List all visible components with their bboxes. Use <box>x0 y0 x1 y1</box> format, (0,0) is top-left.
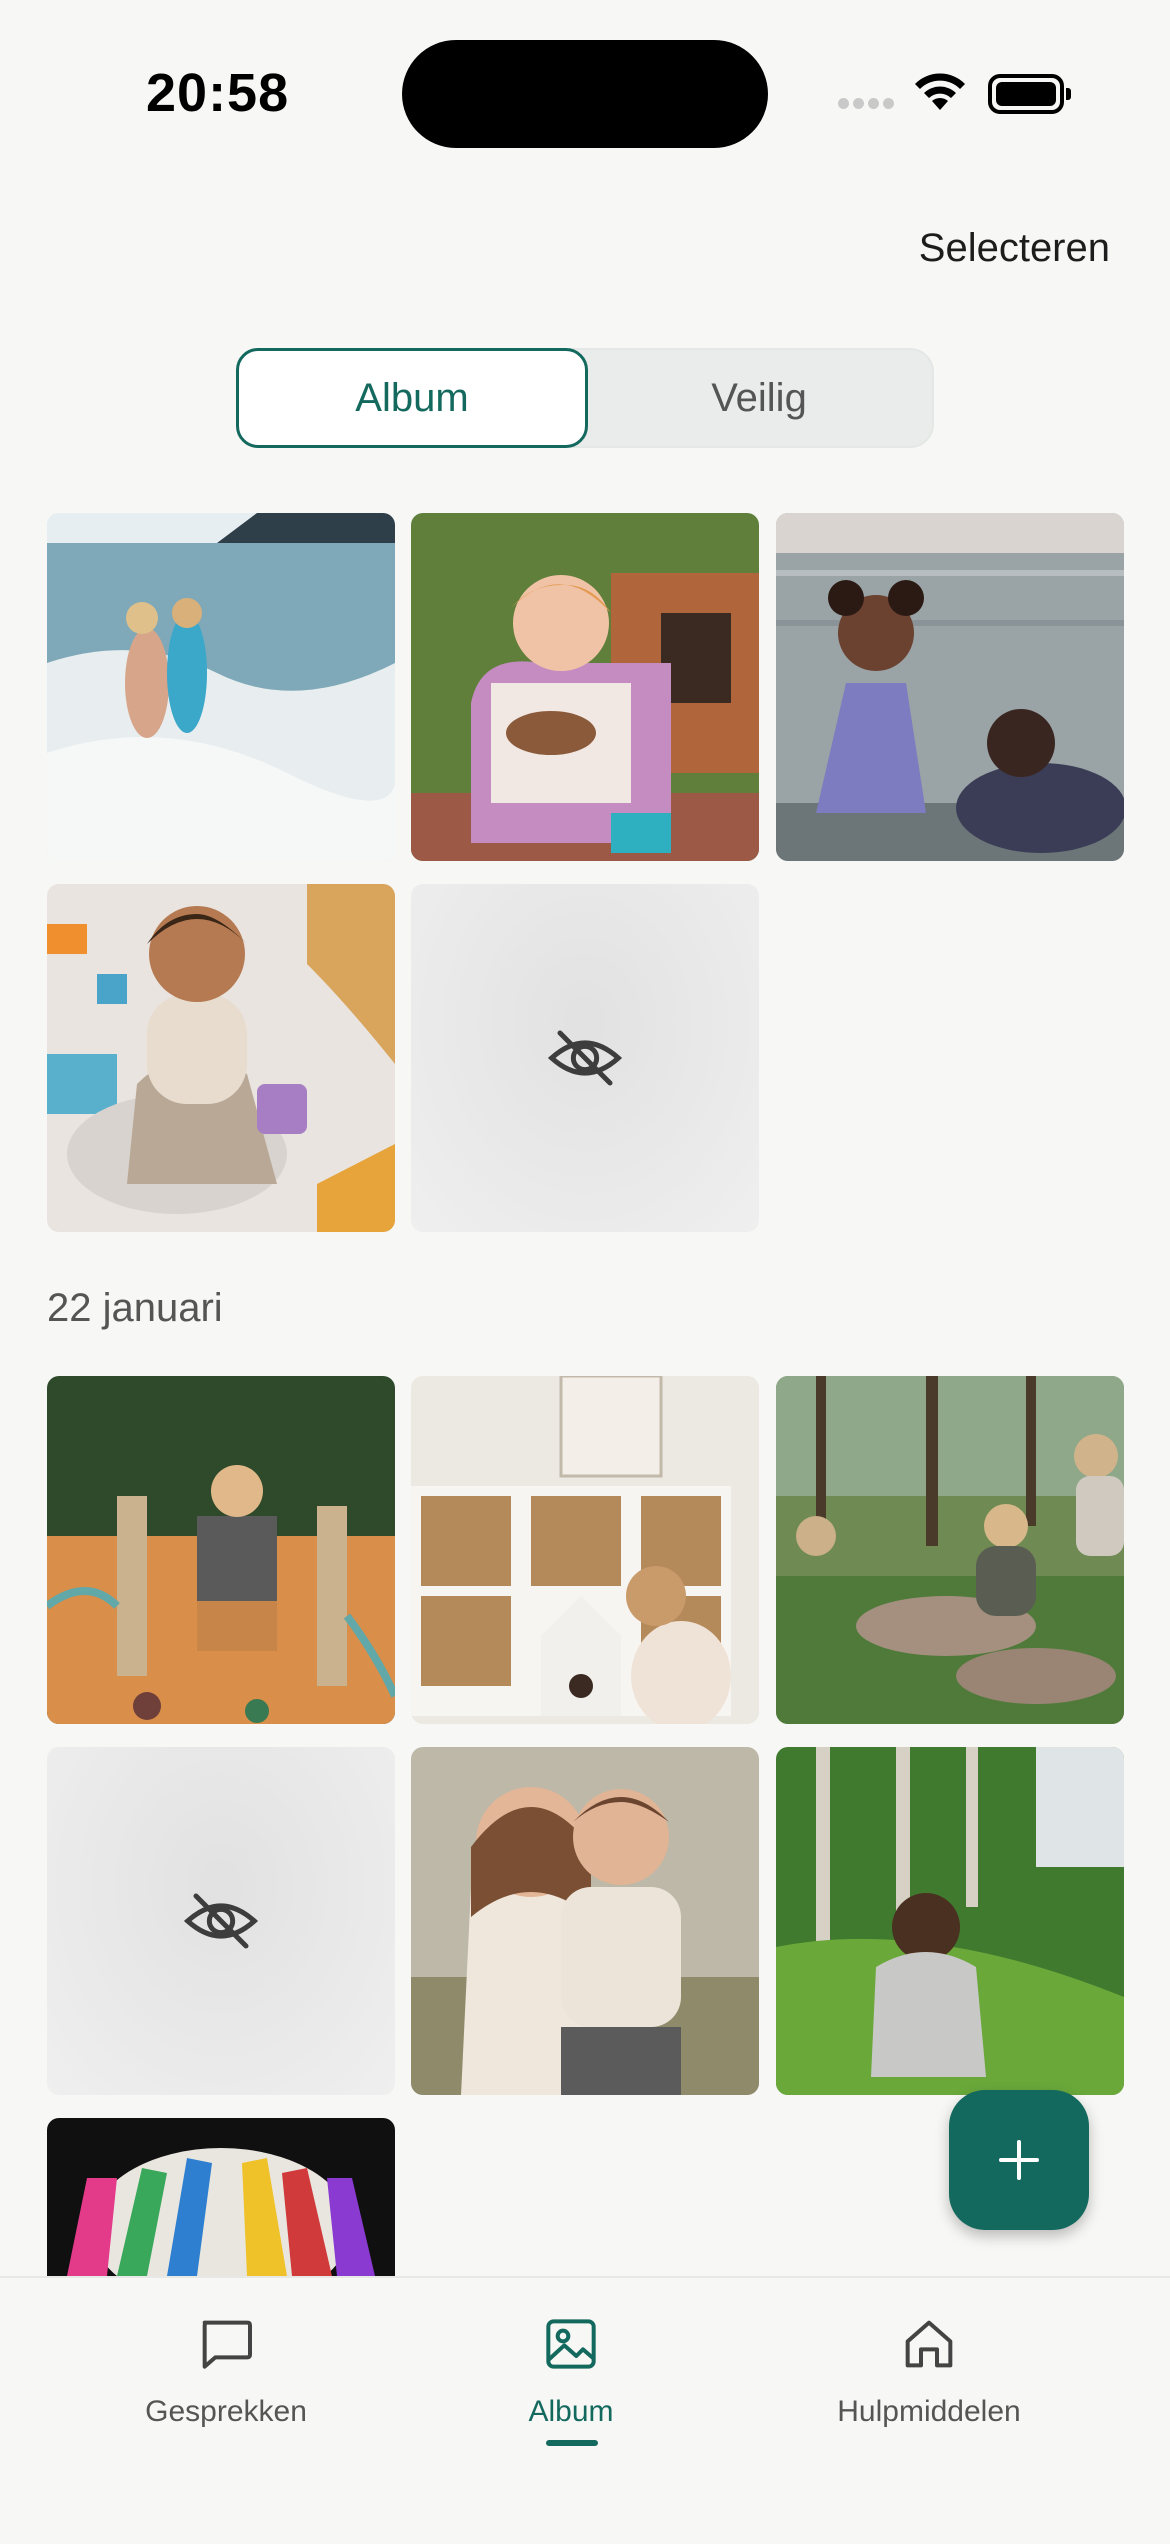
album-screen: 20:58 Selecteren Album Veilig 22 januari… <box>0 0 1170 2544</box>
add-photo-button[interactable] <box>949 2090 1089 2230</box>
battery-icon <box>988 74 1071 114</box>
cellular-signal-icon <box>838 96 898 114</box>
photo-thumbnail[interactable] <box>411 513 759 861</box>
hidden-photo-thumbnail[interactable] <box>411 884 759 1232</box>
active-tab-indicator <box>546 2440 598 2446</box>
photo-thumbnail[interactable] <box>776 1747 1124 2095</box>
nav-label: Album <box>528 2395 614 2428</box>
photo-thumbnail[interactable] <box>776 1376 1124 1724</box>
home-icon <box>905 2320 953 2368</box>
nav-item-resources[interactable]: Hulpmiddelen <box>779 2312 1079 2429</box>
status-time: 20:58 <box>146 63 290 123</box>
segment-safe[interactable]: Veilig <box>586 350 932 446</box>
photo-thumbnail[interactable] <box>47 2118 395 2276</box>
eye-off-icon <box>183 1893 259 1949</box>
photo-thumbnail[interactable] <box>411 1376 759 1724</box>
hidden-photo-thumbnail[interactable] <box>47 1747 395 2095</box>
plus-icon <box>999 2140 1039 2180</box>
select-button[interactable]: Selecteren <box>919 226 1110 271</box>
photo-thumbnail[interactable] <box>47 884 395 1232</box>
nav-item-conversations[interactable]: Gesprekken <box>76 2312 376 2429</box>
section-date-label: 22 januari <box>47 1286 223 1330</box>
segment-album[interactable]: Album <box>236 348 588 448</box>
photo-thumbnail[interactable] <box>47 513 395 861</box>
nav-item-album[interactable]: Album <box>421 2312 721 2429</box>
photo-thumbnail[interactable] <box>776 513 1124 861</box>
photo-thumbnail[interactable] <box>411 1747 759 2095</box>
dynamic-island <box>402 40 768 148</box>
bottom-navigation: Gesprekken Album Hulpmiddelen <box>0 2276 1170 2544</box>
nav-label: Hulpmiddelen <box>837 2395 1021 2428</box>
album-safe-segmented-control: Album Veilig <box>236 348 934 448</box>
nav-label: Gesprekken <box>145 2395 307 2428</box>
eye-off-icon <box>547 1030 623 1086</box>
photo-thumbnail[interactable] <box>47 1376 395 1724</box>
wifi-icon <box>915 73 965 110</box>
chat-icon <box>202 2320 252 2369</box>
image-icon <box>546 2319 596 2369</box>
